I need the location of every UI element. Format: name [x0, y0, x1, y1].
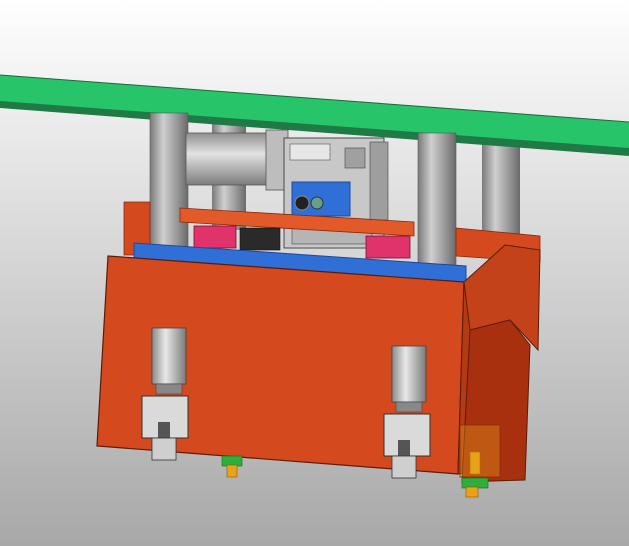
cad-viewport[interactable] — [0, 0, 629, 546]
transparent-block — [459, 424, 501, 478]
cad-assembly-model[interactable] — [0, 0, 629, 546]
